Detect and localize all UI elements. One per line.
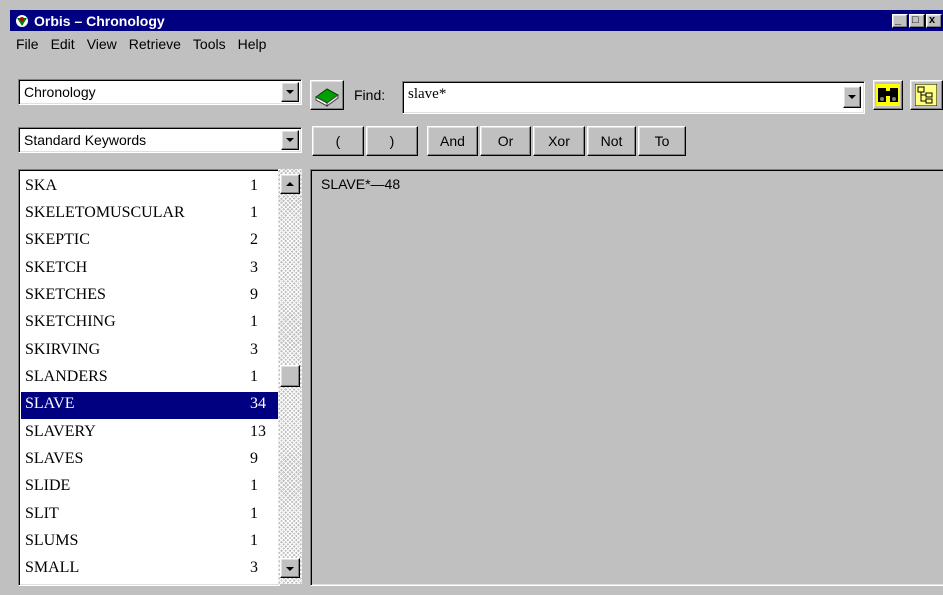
keyword-word: SKELETOMUSCULAR bbox=[25, 204, 185, 221]
list-item[interactable]: SKETCHES 9 bbox=[21, 283, 279, 310]
list-item[interactable]: SLAVES 9 bbox=[21, 447, 279, 474]
list-item[interactable]: SKEPTIC 2 bbox=[21, 228, 279, 255]
list-item[interactable]: SLUMS 1 bbox=[21, 529, 279, 556]
keyword-word: SLANDERS bbox=[25, 368, 108, 385]
keyword-word: SLUMS bbox=[25, 532, 79, 549]
chevron-up-icon bbox=[286, 182, 294, 186]
list-item[interactable]: SLAVERY 13 bbox=[21, 420, 279, 447]
keyword-count: 3 bbox=[250, 259, 258, 276]
menu-view[interactable]: View bbox=[81, 36, 123, 52]
minimize-button[interactable]: _ bbox=[892, 13, 908, 28]
find-label: Find: bbox=[354, 87, 386, 103]
keyword-count: 1 bbox=[250, 204, 258, 221]
keyword-type-value: Standard Keywords bbox=[24, 132, 147, 148]
menu-bar: File Edit View Retrieve Tools Help bbox=[10, 33, 943, 55]
keyword-type-combo[interactable]: Standard Keywords bbox=[18, 127, 302, 153]
list-item[interactable]: SKETCHING 1 bbox=[21, 310, 279, 337]
list-item[interactable]: SMALL 3 bbox=[21, 556, 279, 583]
maximize-button[interactable]: □ bbox=[909, 13, 925, 28]
scroll-down-button[interactable] bbox=[280, 558, 300, 578]
keyword-word: SLIDE bbox=[25, 477, 71, 494]
title-bar[interactable]: Orbis – Chronology _ □ x bbox=[10, 10, 943, 31]
keyword-count: 1 bbox=[250, 532, 258, 549]
chevron-down-icon bbox=[286, 90, 294, 94]
keyword-list[interactable]: SKA 1 SKELETOMUSCULAR 1 SKEPTIC 2 SKETCH 3 S… bbox=[18, 169, 280, 586]
chevron-down-icon bbox=[286, 138, 294, 142]
keyword-word: SKETCHES bbox=[25, 286, 106, 303]
menu-edit[interactable]: Edit bbox=[45, 36, 81, 52]
binoculars-search-icon bbox=[876, 84, 900, 106]
find-history-dropdown[interactable] bbox=[843, 86, 861, 108]
and-button[interactable]: And bbox=[427, 126, 478, 156]
list-item-selected[interactable]: SLAVE 34 bbox=[21, 392, 279, 419]
list-item[interactable]: SKELETOMUSCULAR 1 bbox=[21, 201, 279, 228]
scroll-up-button[interactable] bbox=[280, 174, 300, 194]
keyword-word: SKEPTIC bbox=[25, 231, 90, 248]
maximize-icon: □ bbox=[912, 13, 919, 26]
tree-view-button[interactable] bbox=[910, 80, 943, 110]
keyword-count: 1 bbox=[250, 368, 258, 385]
keyword-word: SLAVE bbox=[25, 395, 75, 412]
database-combo-dropdown[interactable] bbox=[281, 82, 299, 102]
tree-view-icon bbox=[915, 84, 937, 106]
keyword-count: 1 bbox=[250, 313, 258, 330]
keyword-count: 1 bbox=[250, 177, 258, 194]
menu-file[interactable]: File bbox=[10, 36, 45, 52]
keyword-count: 3 bbox=[250, 559, 258, 576]
keyword-count: 13 bbox=[250, 423, 266, 440]
results-pane[interactable]: SLAVE*—48 bbox=[310, 169, 943, 586]
chevron-down-icon bbox=[848, 95, 856, 99]
list-item[interactable]: SLIT 1 bbox=[21, 502, 279, 529]
list-item[interactable]: SLIDE 1 bbox=[21, 474, 279, 501]
database-combo[interactable]: Chronology bbox=[18, 79, 302, 105]
keyword-word: SKIRVING bbox=[25, 341, 101, 358]
menu-help[interactable]: Help bbox=[232, 36, 273, 52]
keyword-count: 1 bbox=[250, 477, 258, 494]
caption-buttons: _ □ x bbox=[891, 13, 942, 28]
keyword-type-dropdown[interactable] bbox=[281, 130, 299, 150]
or-button[interactable]: Or bbox=[480, 126, 531, 156]
keyword-word: SLAVERY bbox=[25, 423, 96, 440]
keyword-word: SLIT bbox=[25, 505, 59, 522]
database-combo-value: Chronology bbox=[24, 84, 96, 100]
list-item[interactable]: SKIRVING 3 bbox=[21, 338, 279, 365]
orbis-app-icon bbox=[16, 14, 28, 27]
keyword-count: 9 bbox=[250, 450, 258, 467]
keyword-list-scrollbar[interactable] bbox=[278, 169, 302, 584]
close-icon: x bbox=[929, 13, 936, 26]
to-button[interactable]: To bbox=[638, 126, 686, 156]
keyword-word: SKA bbox=[25, 177, 58, 194]
list-item[interactable]: SLANDERS 1 bbox=[21, 365, 279, 392]
keyword-word: SLAVES bbox=[25, 450, 84, 467]
book-button[interactable] bbox=[310, 80, 344, 110]
chevron-down-icon bbox=[286, 567, 294, 571]
menu-retrieve[interactable]: Retrieve bbox=[123, 36, 187, 52]
search-button[interactable] bbox=[873, 80, 903, 110]
window-title: Orbis – Chronology bbox=[34, 12, 165, 29]
close-button[interactable]: x bbox=[926, 13, 942, 28]
keyword-word: SMALL bbox=[25, 559, 80, 576]
list-item[interactable]: SKA 1 bbox=[21, 174, 279, 201]
keyword-count: 3 bbox=[250, 341, 258, 358]
keyword-count: 34 bbox=[250, 395, 266, 412]
find-input-value: slave* bbox=[408, 86, 447, 102]
keyword-count: 9 bbox=[250, 286, 258, 303]
keyword-count: 2 bbox=[250, 231, 258, 248]
keyword-word: SKETCHING bbox=[25, 313, 116, 330]
scroll-thumb[interactable] bbox=[280, 365, 300, 387]
keyword-word: SKETCH bbox=[25, 259, 88, 276]
close-paren-button[interactable]: ) bbox=[366, 126, 418, 156]
result-count-line[interactable]: SLAVE*—48 bbox=[321, 176, 400, 192]
xor-button[interactable]: Xor bbox=[533, 126, 585, 156]
menu-tools[interactable]: Tools bbox=[187, 36, 232, 52]
keyword-count: 1 bbox=[250, 505, 258, 522]
find-input[interactable]: slave* bbox=[402, 81, 865, 114]
list-item[interactable]: SKETCH 3 bbox=[21, 256, 279, 283]
minimize-icon: _ bbox=[895, 13, 902, 26]
open-paren-button[interactable]: ( bbox=[312, 126, 364, 156]
book-icon bbox=[315, 88, 339, 107]
not-button[interactable]: Not bbox=[587, 126, 636, 156]
